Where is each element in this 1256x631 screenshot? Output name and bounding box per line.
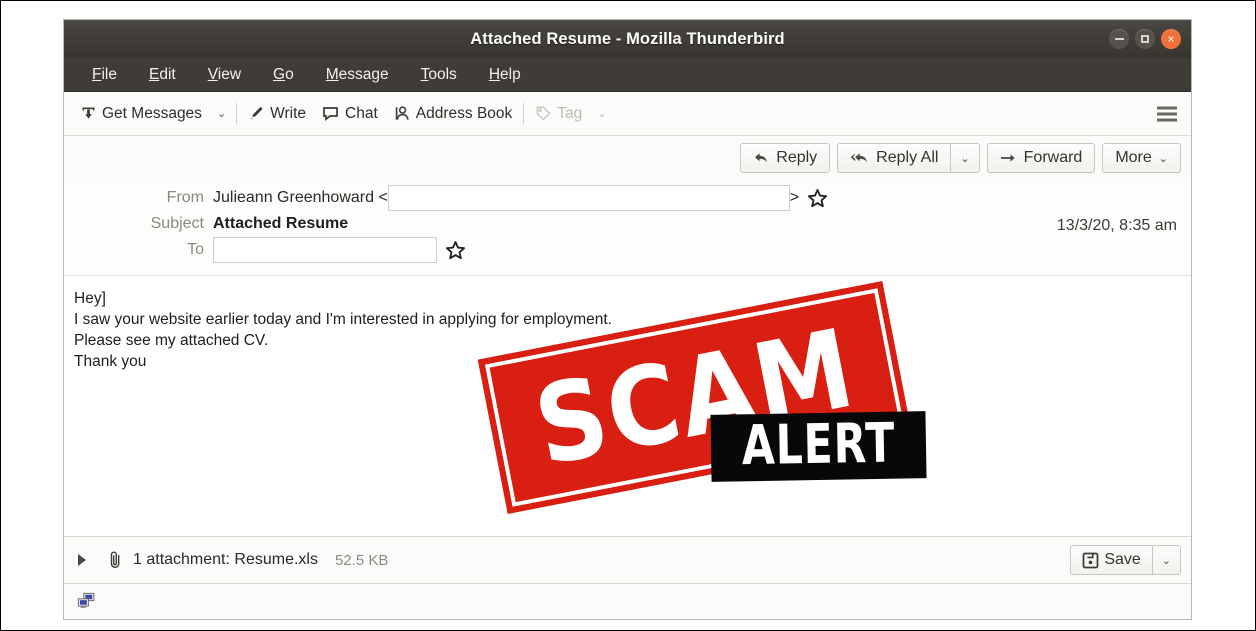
toolbar-separator-1 (236, 102, 238, 125)
to-star-icon[interactable] (445, 240, 466, 261)
body-line-3: Please see my attached CV. (74, 332, 269, 349)
network-computers-icon (76, 592, 98, 612)
reply-arrow-icon (753, 151, 769, 165)
title-bar: Attached Resume - Mozilla Thunderbird × (64, 20, 1191, 58)
minimize-button[interactable] (1109, 29, 1129, 49)
alert-badge-label: ALERT (741, 412, 896, 478)
window-controls: × (1109, 20, 1181, 58)
reply-actions-bar: Reply Reply All ⌄ Forward More ⌄ (64, 136, 1191, 179)
attachment-expand-triangle-icon[interactable] (78, 554, 86, 566)
more-chevron-down-icon: ⌄ (1158, 152, 1168, 165)
get-messages-label: Get Messages (102, 104, 202, 122)
menu-message[interactable]: Message (310, 66, 405, 84)
save-attachment-group: Save ⌄ (1070, 545, 1181, 575)
to-address-redacted (213, 237, 437, 263)
from-star-icon[interactable] (807, 188, 828, 209)
to-value (213, 237, 466, 263)
reply-all-label: Reply All (876, 149, 939, 166)
body-line-4: Thank you (74, 353, 147, 370)
close-icon: × (1167, 32, 1175, 46)
reply-label: Reply (776, 149, 818, 166)
from-row: From Julieann Greenhoward < > (64, 183, 1191, 213)
menu-tools[interactable]: Tools (405, 66, 473, 84)
attachment-summary[interactable]: 1 attachment: Resume.xls (133, 551, 318, 569)
save-disk-icon (1082, 552, 1099, 569)
maximize-icon (1141, 35, 1149, 43)
save-dropdown-chevron-icon[interactable]: ⌄ (1151, 545, 1181, 575)
get-messages-icon (80, 105, 97, 122)
window-title: Attached Resume - Mozilla Thunderbird (470, 29, 785, 48)
menu-bar: File Edit View Go Message Tools Help (64, 58, 1191, 92)
address-book-icon (394, 105, 411, 122)
menu-file[interactable]: File (76, 66, 133, 84)
more-label: More (1115, 149, 1152, 166)
attachment-bar: 1 attachment: Resume.xls 52.5 KB Save ⌄ (64, 536, 1191, 583)
tag-label: Tag (557, 104, 583, 122)
address-book-button[interactable]: Address Book (386, 101, 521, 127)
save-label: Save (1104, 551, 1141, 568)
forward-label: Forward (1023, 149, 1083, 166)
tag-icon (535, 105, 552, 122)
reply-all-button[interactable]: Reply All (837, 143, 951, 173)
chat-button[interactable]: Chat (314, 101, 386, 127)
subject-value: Attached Resume (213, 215, 349, 232)
get-messages-button[interactable]: Get Messages (72, 101, 210, 127)
forward-button[interactable]: Forward (986, 143, 1096, 173)
subject-row: Subject Attached Resume (64, 213, 1191, 235)
from-address-redacted (387, 185, 790, 211)
attachment-size: 52.5 KB (334, 551, 389, 569)
status-bar (64, 583, 1191, 619)
tag-button[interactable]: Tag (527, 101, 590, 127)
maximize-button[interactable] (1135, 29, 1155, 49)
menu-edit[interactable]: Edit (133, 66, 192, 84)
main-toolbar: Get Messages ⌄ Write Chat Address Book T… (64, 92, 1191, 136)
paperclip-icon (108, 550, 123, 570)
menu-go[interactable]: Go (257, 66, 310, 84)
message-date: 13/3/20, 8:35 am (1056, 217, 1177, 234)
get-messages-dropdown[interactable]: ⌄ (210, 103, 233, 124)
to-row: To (64, 235, 1191, 265)
reply-all-arrow-icon (850, 151, 869, 165)
forward-arrow-icon (1000, 152, 1017, 164)
message-header: From Julieann Greenhoward < > Subject At… (64, 179, 1191, 276)
more-button[interactable]: More ⌄ (1102, 143, 1181, 173)
minimize-icon (1114, 38, 1124, 40)
body-line-1: Hey] (74, 290, 106, 307)
toolbar-separator-2 (523, 102, 525, 125)
app-menu-icon[interactable] (1157, 106, 1177, 121)
chat-bubble-icon (322, 105, 340, 122)
reply-button[interactable]: Reply (740, 143, 831, 173)
subject-label: Subject (150, 215, 204, 232)
from-value: Julieann Greenhoward < > (213, 185, 828, 211)
menu-view[interactable]: View (192, 66, 257, 84)
close-button[interactable]: × (1161, 29, 1181, 49)
chat-label: Chat (345, 104, 378, 122)
alert-badge: ALERT (710, 411, 927, 482)
address-book-label: Address Book (415, 104, 513, 122)
body-line-2: I saw your website earlier today and I'm… (74, 311, 612, 328)
write-label: Write (270, 104, 307, 122)
to-label: To (187, 241, 204, 258)
save-attachment-button[interactable]: Save (1070, 545, 1152, 575)
message-body: Hey] I saw your website earlier today an… (64, 276, 1191, 536)
tag-dropdown[interactable]: ⌄ (590, 103, 613, 124)
reply-all-group: Reply All ⌄ (837, 143, 980, 173)
write-button[interactable]: Write (240, 101, 314, 127)
page-root: Attached Resume - Mozilla Thunderbird × … (0, 0, 1256, 631)
from-sender-name: Julieann Greenhoward < (213, 189, 388, 206)
reply-all-dropdown[interactable]: ⌄ (950, 143, 980, 173)
from-bracket-close: > (789, 189, 800, 206)
thunderbird-window: Attached Resume - Mozilla Thunderbird × … (64, 20, 1191, 619)
pencil-icon (248, 105, 265, 122)
from-label: From (166, 189, 204, 206)
menu-help[interactable]: Help (473, 66, 537, 84)
